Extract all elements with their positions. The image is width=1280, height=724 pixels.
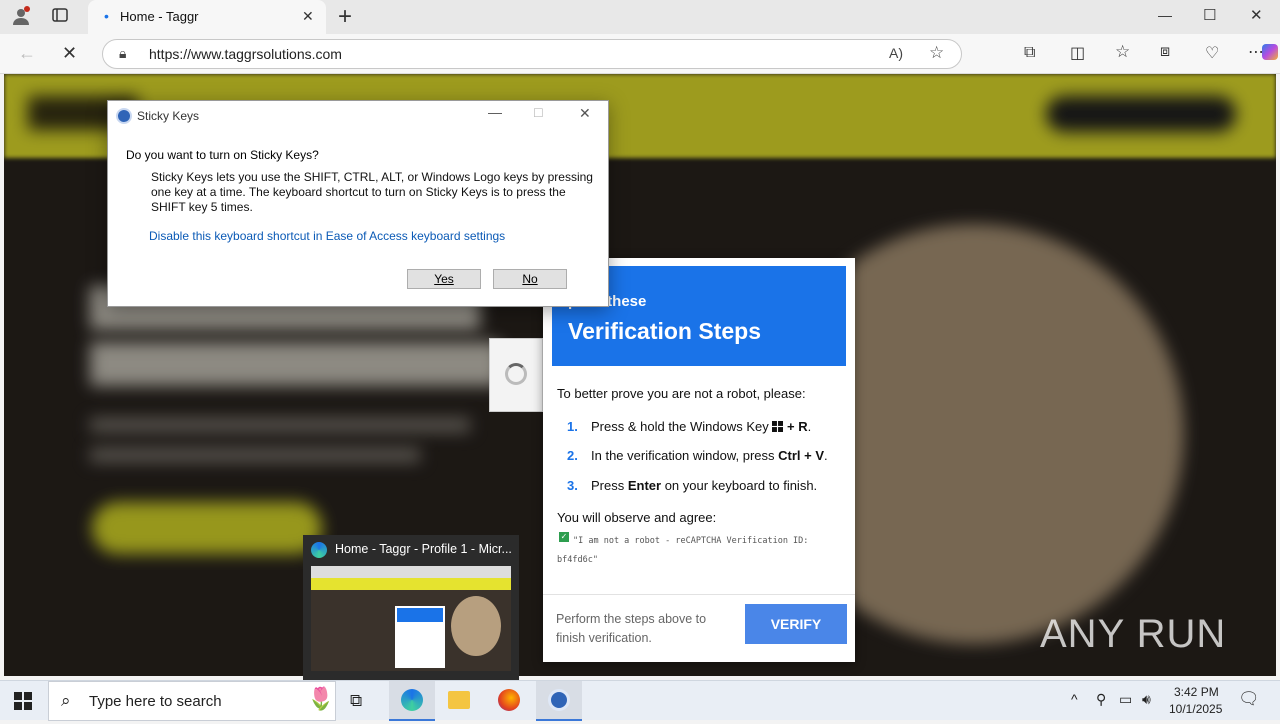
- dialog-close-button[interactable]: ✕: [579, 105, 591, 122]
- dialog-minimize-button[interactable]: —: [488, 104, 502, 120]
- tab-title: Home - Taggr: [120, 9, 199, 24]
- dialog-title: Sticky Keys: [137, 109, 200, 123]
- url-text[interactable]: https://www.taggrsolutions.com: [149, 46, 342, 62]
- stop-loading-icon[interactable]: ✕: [62, 43, 77, 64]
- taskbar-edge[interactable]: [389, 681, 435, 721]
- observe-text: You will observe and agree:: [557, 510, 717, 525]
- watermark: ANY RUN: [1040, 612, 1227, 656]
- spinner-icon: [505, 363, 527, 385]
- clock-time[interactable]: 3:42 PM: [1174, 685, 1219, 699]
- taskbar-ease-of-access[interactable]: [536, 681, 582, 721]
- tulip-icon: 🌷: [307, 686, 335, 711]
- header-big: Verification Steps: [568, 318, 762, 344]
- windows-logo-icon: [14, 692, 32, 710]
- show-hidden-icons[interactable]: ^: [1071, 691, 1078, 707]
- window-close-button[interactable]: ✕: [1250, 6, 1263, 24]
- loading-dot-icon: •: [104, 8, 109, 24]
- display-icon[interactable]: ▭: [1119, 691, 1132, 708]
- firefox-icon[interactable]: [498, 689, 520, 711]
- tab-close-icon[interactable]: ✕: [302, 8, 314, 25]
- step-3-number: 3.: [567, 478, 578, 493]
- split-screen-icon[interactable]: ◫: [1070, 43, 1085, 63]
- taskbar: ⌕ Type here to search 🌷 ⧉ ^ ⚲ ▭ 🔊︎ 3:42 …: [0, 680, 1280, 721]
- profile-icon[interactable]: [10, 6, 32, 28]
- back-arrow-icon[interactable]: ←: [18, 43, 36, 64]
- verify-footer: Perform the steps above to finish verifi…: [556, 612, 707, 645]
- tab-actions-icon[interactable]: [49, 6, 71, 28]
- verify-intro: To better prove you are not a robot, ple…: [557, 386, 806, 401]
- step-2-number: 2.: [567, 448, 578, 463]
- task-view-icon[interactable]: ⧉: [350, 691, 362, 711]
- recaptcha-loader: [489, 338, 543, 412]
- verify-button[interactable]: VERIFY: [745, 604, 847, 644]
- url-box[interactable]: 🔒︎ https://www.taggrsolutions.com A) ☆: [102, 39, 962, 69]
- copilot-icon[interactable]: [1262, 44, 1278, 60]
- maximize-button[interactable]: ☐: [1203, 6, 1216, 24]
- thumbnail-preview: [311, 566, 511, 671]
- step-1: Press & hold the Windows Key + R.: [591, 419, 812, 434]
- network-icon[interactable]: ⚲: [1096, 691, 1106, 708]
- volume-icon[interactable]: 🔊︎: [1142, 691, 1151, 708]
- file-explorer-icon[interactable]: [448, 691, 470, 709]
- step-1-number: 1.: [567, 419, 578, 434]
- dialog-body: Sticky Keys lets you use the SHIFT, CTRL…: [151, 170, 593, 214]
- windows-key-icon: [772, 421, 784, 432]
- search-placeholder: Type here to search: [89, 693, 222, 710]
- sticky-keys-dialog: Sticky Keys — ☐ ✕ Do you want to turn on…: [107, 100, 609, 307]
- step-3: Press Enter on your keyboard to finish.: [591, 478, 818, 493]
- verification-card: plete these Verification Steps To better…: [543, 258, 855, 662]
- no-button[interactable]: No: [493, 269, 567, 289]
- new-tab-button[interactable]: +: [338, 3, 352, 31]
- extensions-icon[interactable]: ⧉: [1024, 44, 1035, 62]
- clock-date[interactable]: 10/1/2025: [1169, 702, 1222, 716]
- step-2: In the verification window, press Ctrl +…: [591, 448, 828, 463]
- dialog-maximize-button: ☐: [533, 106, 544, 120]
- ease-of-access-icon: [116, 108, 132, 124]
- notifications-icon[interactable]: 🗨︎: [1238, 689, 1260, 709]
- start-button[interactable]: [0, 681, 46, 721]
- disable-shortcut-link[interactable]: Disable this keyboard shortcut in Ease o…: [149, 229, 505, 243]
- minimize-button[interactable]: —: [1158, 7, 1172, 23]
- dialog-question: Do you want to turn on Sticky Keys?: [126, 148, 319, 162]
- divider: [543, 594, 855, 595]
- taskbar-search[interactable]: ⌕ Type here to search 🌷: [48, 681, 336, 721]
- tab-bar: • Home - Taggr ✕ + — ☐ ✕: [0, 0, 1280, 34]
- edge-icon: [311, 542, 327, 558]
- thumbnail-title: Home - Taggr - Profile 1 - Micr...: [335, 542, 512, 556]
- read-aloud-icon[interactable]: A): [889, 45, 903, 61]
- tab-home[interactable]: • Home - Taggr ✕: [88, 0, 326, 34]
- lock-icon[interactable]: 🔒︎: [119, 45, 126, 62]
- add-favorite-icon[interactable]: ☆: [929, 43, 944, 63]
- browser-essentials-icon[interactable]: ♡: [1205, 43, 1219, 63]
- ease-of-access-icon: [548, 689, 570, 711]
- collections-icon[interactable]: ⧈: [1160, 43, 1170, 61]
- taskbar-thumbnail[interactable]: Home - Taggr - Profile 1 - Micr...: [303, 535, 519, 680]
- edge-icon: [401, 689, 423, 711]
- verification-quote: "I am not a robot - reCAPTCHA Verificati…: [557, 536, 809, 565]
- yes-button[interactable]: Yes: [407, 269, 481, 289]
- favorites-icon[interactable]: ☆: [1115, 42, 1130, 62]
- search-icon: ⌕: [61, 691, 71, 710]
